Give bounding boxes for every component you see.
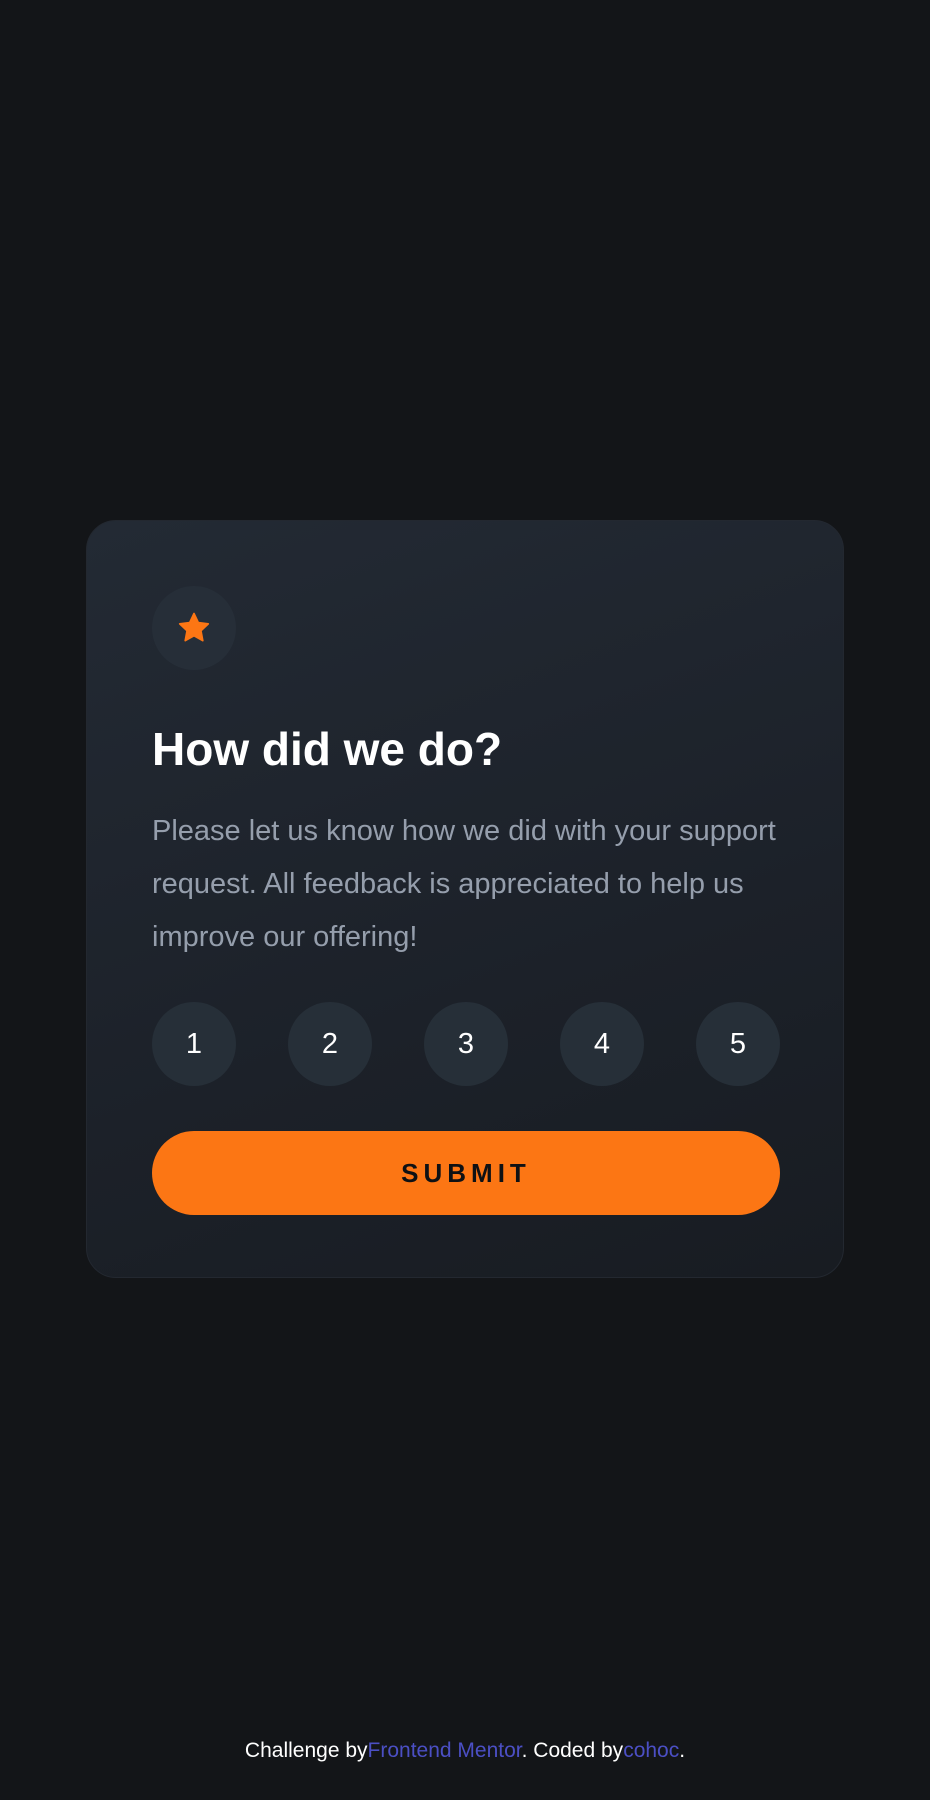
attribution-coded-text: . Coded by (521, 1739, 624, 1762)
card-title: How did we do? (152, 723, 503, 775)
star-icon (178, 612, 210, 642)
star-icon-badge (152, 586, 236, 670)
attribution: Challenge byFrontend Mentor. Coded bycoh… (0, 1734, 930, 1768)
submit-button[interactable]: SUBMIT (152, 1131, 780, 1215)
rating-button-1[interactable]: 1 (152, 1002, 236, 1086)
card-description: Please let us know how we did with your … (152, 815, 776, 953)
author-link[interactable]: cohoc (623, 1739, 679, 1762)
rating-button-4[interactable]: 4 (560, 1002, 644, 1086)
frontend-mentor-link[interactable]: Frontend Mentor (368, 1739, 522, 1762)
attribution-suffix: . (679, 1739, 686, 1762)
rating-card: How did we do? Please let us know how we… (86, 520, 844, 1278)
rating-button-5[interactable]: 5 (696, 1002, 780, 1086)
rating-options: 1 2 3 4 5 (152, 1002, 780, 1086)
attribution-challenge-text: Challenge by (244, 1739, 368, 1762)
rating-button-2[interactable]: 2 (288, 1002, 372, 1086)
rating-button-3[interactable]: 3 (424, 1002, 508, 1086)
